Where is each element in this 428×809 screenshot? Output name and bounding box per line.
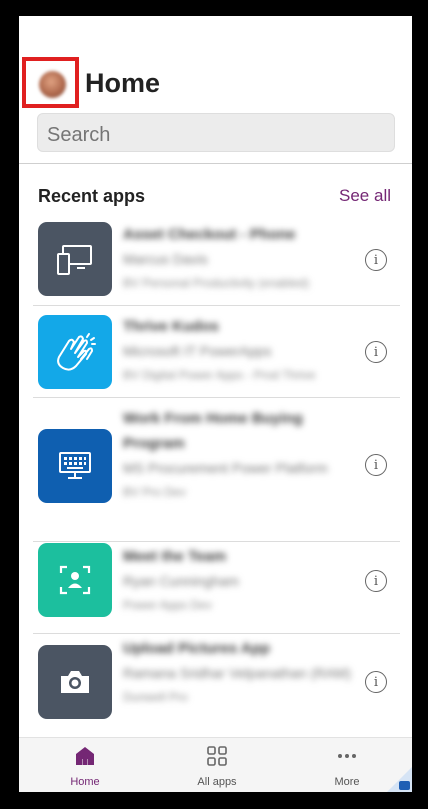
search-input[interactable] xyxy=(37,113,395,152)
more-icon xyxy=(335,744,359,773)
app-owner: Ramana Sridhar Velpanathan (RAM) xyxy=(123,665,352,681)
app-list-item[interactable]: Work From Home Buying Program MS Procure… xyxy=(33,398,400,542)
avatar-highlight[interactable] xyxy=(22,57,79,108)
app-name: Asset Checkout - Phone xyxy=(123,226,296,243)
nav-home-label: Home xyxy=(70,776,100,788)
info-icon[interactable]: i xyxy=(365,570,387,592)
see-all-link[interactable]: See all xyxy=(339,186,391,206)
info-icon[interactable]: i xyxy=(365,249,387,271)
app-owner: Ryan Cunningham xyxy=(123,573,239,589)
app-owner: MS Procurement Power Platform xyxy=(123,460,328,476)
person-focus-icon xyxy=(38,543,112,617)
app-environment: Power Apps Dev xyxy=(123,598,212,612)
app-environment: BV Digital Power Apps - Prod Thrive xyxy=(123,368,316,382)
app-screen: Home Recent apps See all Asset Checkout … xyxy=(19,16,412,792)
home-icon xyxy=(73,744,97,773)
bottom-navigation: Home All apps More xyxy=(19,737,412,792)
app-text: Work From Home Buying Program MS Procure… xyxy=(123,406,353,503)
header: Home xyxy=(19,16,412,164)
app-text: Meet the Team Ryan Cunningham Power Apps… xyxy=(123,544,353,616)
app-list-item[interactable]: Thrive Kudos Microsoft IT PowerApps BV D… xyxy=(33,306,400,398)
app-text: Upload Pictures App Ramana Sridhar Velpa… xyxy=(123,636,353,708)
app-environment: BV Personal Productivity (enabled) xyxy=(123,276,310,290)
app-owner: Microsoft IT PowerApps xyxy=(123,343,272,359)
app-name: Thrive Kudos xyxy=(123,318,219,335)
app-name: Meet the Team xyxy=(123,548,227,565)
avatar[interactable] xyxy=(39,71,66,98)
grid-icon xyxy=(205,744,229,773)
keyboard-screen-icon xyxy=(38,429,112,503)
app-list-item[interactable]: Asset Checkout - Phone Marcus Davis BV P… xyxy=(33,216,400,306)
app-name: Upload Pictures App xyxy=(123,640,270,657)
recent-apps-heading: Recent apps xyxy=(38,186,146,206)
nav-all-apps[interactable]: All apps xyxy=(162,738,272,792)
lock-icon xyxy=(399,781,410,790)
app-name: Work From Home Buying Program xyxy=(123,410,303,452)
nav-all-apps-label: All apps xyxy=(197,776,237,788)
app-text: Thrive Kudos Microsoft IT PowerApps BV D… xyxy=(123,314,353,386)
monitor-phone-icon xyxy=(38,222,112,296)
clapping-hands-icon xyxy=(38,315,112,389)
info-icon[interactable]: i xyxy=(365,671,387,693)
nav-home[interactable]: Home xyxy=(30,738,140,792)
app-list-item[interactable]: Meet the Team Ryan Cunningham Power Apps… xyxy=(33,542,400,634)
camera-icon xyxy=(38,645,112,719)
app-list-item[interactable]: Upload Pictures App Ramana Sridhar Velpa… xyxy=(33,634,400,737)
info-icon[interactable]: i xyxy=(365,454,387,476)
app-environment: BV Pro Dev xyxy=(123,485,186,499)
app-environment: Dunwell Pro xyxy=(123,690,188,704)
device-frame: Home Recent apps See all Asset Checkout … xyxy=(0,0,428,809)
page-title: Home xyxy=(85,68,161,98)
app-owner: Marcus Davis xyxy=(123,251,208,267)
header-divider xyxy=(19,163,412,164)
info-icon[interactable]: i xyxy=(365,341,387,363)
app-text: Asset Checkout - Phone Marcus Davis BV P… xyxy=(123,222,353,294)
